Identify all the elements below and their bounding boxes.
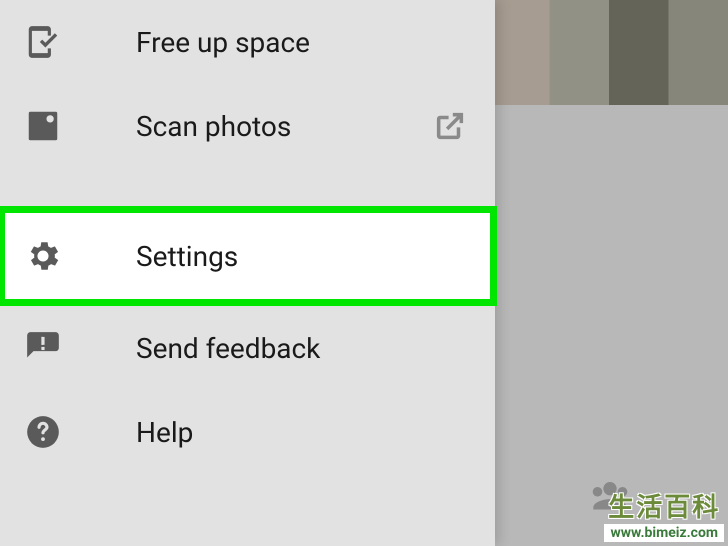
menu-item-help[interactable]: Help	[0, 390, 495, 474]
menu-item-free-up-space[interactable]: Free up space	[0, 0, 495, 84]
menu-label: Help	[136, 416, 193, 449]
watermark-text: 生活百科	[608, 487, 720, 524]
settings-gear-icon	[24, 237, 62, 275]
menu-divider-spacer	[0, 168, 495, 206]
phone-check-icon	[24, 23, 62, 61]
menu-item-settings[interactable]: Settings	[0, 206, 497, 306]
watermark-url: www.bimeiz.com	[604, 524, 724, 542]
external-link-icon	[433, 109, 467, 143]
help-circle-icon	[24, 413, 62, 451]
background-photo-preview	[490, 0, 728, 105]
photo-scan-icon	[24, 107, 62, 145]
menu-item-scan-photos[interactable]: Scan photos	[0, 84, 495, 168]
menu-label: Send feedback	[136, 332, 320, 365]
menu-label: Free up space	[136, 26, 310, 59]
menu-item-send-feedback[interactable]: Send feedback	[0, 306, 495, 390]
menu-label: Settings	[136, 240, 238, 273]
navigation-drawer: Free up space Scan photos Settings	[0, 0, 495, 546]
feedback-bubble-icon	[24, 329, 62, 367]
menu-label: Scan photos	[136, 110, 291, 143]
watermark: 生活百科 www.bimeiz.com	[604, 487, 724, 542]
